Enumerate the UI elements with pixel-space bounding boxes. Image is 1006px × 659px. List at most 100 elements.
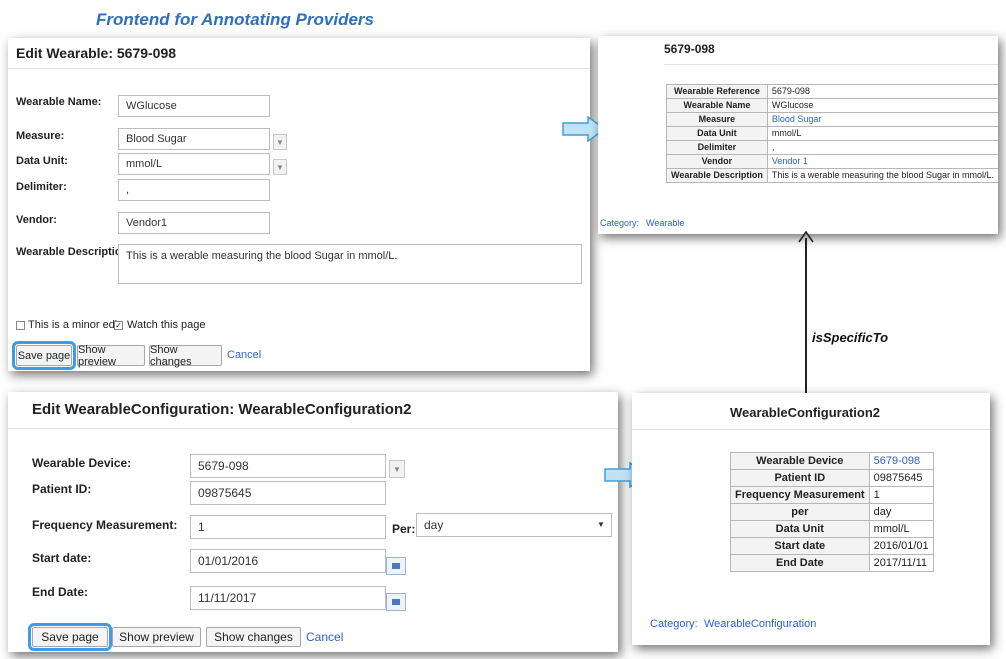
- config-view-title: WearableConfiguration2: [730, 405, 881, 420]
- config-view-panel: WearableConfiguration2 Wearable Device 56…: [632, 393, 990, 645]
- minor-edit-label: This is a minor edit: [28, 319, 121, 331]
- category-label: Category:: [600, 218, 640, 228]
- patient-id-label: Patient ID:: [32, 482, 92, 496]
- config-category-label: Category:: [650, 618, 698, 630]
- edit-wearable-panel: Edit Wearable: 5679-098 Wearable Name: W…: [8, 38, 590, 371]
- table-key-cell: Delimiter: [666, 140, 768, 155]
- vendor-input[interactable]: Vendor1: [118, 212, 270, 234]
- table-value-cell: 2016/01/01: [868, 537, 934, 555]
- start-date-label: Start date:: [32, 551, 92, 565]
- table-key-cell: Measure: [666, 112, 768, 127]
- table-key-cell: Start date: [730, 537, 870, 555]
- description-textarea[interactable]: This is a werable measuring the blood Su…: [118, 244, 582, 284]
- table-row: per day: [730, 503, 934, 521]
- table-row: End Date 2017/11/11: [730, 554, 934, 572]
- data-unit-dropdown-arrow-icon[interactable]: ▼: [273, 159, 287, 175]
- measure-dropdown-arrow-icon[interactable]: ▼: [273, 134, 287, 150]
- per-select[interactable]: day: [416, 513, 612, 537]
- diagram-heading: Frontend for Annotating Providers: [96, 10, 374, 29]
- table-value-cell: This is a werable measuring the blood Su…: [766, 168, 998, 183]
- edit-config-panel: Edit WearableConfiguration: WearableConf…: [8, 392, 618, 652]
- table-row: Frequency Measurement 1: [730, 486, 934, 504]
- data-unit-label: Data Unit:: [16, 155, 68, 167]
- config-title-divider: [8, 428, 618, 429]
- config-cancel-link[interactable]: Cancel: [306, 630, 343, 644]
- table-value-cell: 5679-098: [766, 84, 998, 99]
- category-wearableconfiguration-link[interactable]: WearableConfiguration: [704, 618, 816, 630]
- wearable-view-title: 5679-098: [664, 42, 715, 56]
- wearable-device-dropdown-arrow-icon[interactable]: ▼: [389, 460, 405, 478]
- end-date-label: End Date:: [32, 585, 89, 599]
- table-row: Patient ID 09875645: [730, 469, 934, 487]
- wearable-device-label: Wearable Device:: [32, 456, 132, 470]
- table-value-cell: ,: [766, 140, 998, 155]
- wearable-view-panel: 5679-098 Wearable Reference 5679-098 Weara…: [598, 36, 998, 234]
- config-view-divider: [632, 429, 990, 430]
- table-row: Data Unit mmol/L: [730, 520, 934, 538]
- config-show-changes-button[interactable]: Show changes: [206, 627, 301, 647]
- per-dropdown-arrow-icon[interactable]: ▼: [597, 520, 605, 529]
- cancel-link[interactable]: Cancel: [227, 349, 261, 361]
- relation-label: isSpecificTo: [812, 330, 889, 345]
- table-value-cell: mmol/L: [868, 520, 934, 538]
- table-key-cell: Wearable Reference: [666, 84, 768, 99]
- wearable-device-select[interactable]: 5679-098: [190, 454, 386, 478]
- table-row: Wearable Description This is a werable me…: [666, 168, 998, 183]
- show-changes-button[interactable]: Show changes: [149, 344, 222, 368]
- table-row: Vendor Vendor 1: [666, 154, 998, 169]
- save-page-button[interactable]: Save page: [12, 341, 76, 370]
- table-key-cell: End Date: [730, 554, 870, 572]
- config-save-page-button[interactable]: Save page: [28, 623, 112, 651]
- table-key-cell: Frequency Measurement: [730, 486, 870, 504]
- table-row: Data Unit mmol/L: [666, 126, 998, 141]
- table-value-cell: day: [868, 503, 934, 521]
- table-key-cell: Patient ID: [730, 469, 870, 487]
- watch-page-checkbox[interactable]: ✓: [114, 321, 123, 330]
- table-key-cell: per: [730, 503, 870, 521]
- show-preview-button[interactable]: Show preview: [77, 344, 145, 368]
- table-key-cell: Wearable Description: [666, 168, 768, 183]
- minor-edit-checkbox[interactable]: [16, 321, 25, 330]
- table-row: Delimiter,: [666, 140, 998, 155]
- table-key-cell: Data Unit: [730, 520, 870, 538]
- config-show-preview-button[interactable]: Show preview: [112, 627, 201, 647]
- table-value-cell: WGlucose: [766, 98, 998, 113]
- delimiter-input[interactable]: ,: [118, 179, 270, 201]
- table-value-cell: 2017/11/11: [868, 554, 934, 572]
- up-arrow-icon: [798, 230, 814, 243]
- category-wearable-link[interactable]: Wearable: [646, 218, 684, 228]
- frequency-input[interactable]: 1: [190, 515, 386, 539]
- table-row: Wearable Device 5679-098: [730, 452, 934, 470]
- wearable-info-table: Wearable Reference 5679-098 Wearable Name W…: [666, 84, 998, 183]
- end-date-calendar-icon[interactable]: [386, 593, 406, 611]
- description-label: Wearable Description:: [16, 246, 132, 258]
- table-row: Wearable Name WGlucose: [666, 98, 998, 113]
- table-row: Measure Blood Sugar: [666, 112, 998, 127]
- edit-wearable-title: Edit Wearable: 5679-098: [16, 45, 177, 61]
- table-value-link[interactable]: Vendor 1: [766, 154, 998, 169]
- table-key-cell: Data Unit: [666, 126, 768, 141]
- end-date-input[interactable]: 11/11/2017: [190, 586, 386, 610]
- table-value-cell: mmol/L: [766, 126, 998, 141]
- delimiter-label: Delimiter:: [16, 181, 67, 193]
- wearable-name-label: Wearable Name:: [16, 96, 102, 108]
- measure-select[interactable]: Blood Sugar: [118, 128, 270, 150]
- title-divider: [8, 68, 590, 69]
- watch-page-label: Watch this page: [127, 319, 206, 331]
- table-value-cell: 1: [868, 486, 934, 504]
- edit-config-title: Edit WearableConfiguration: WearableConf…: [32, 401, 412, 418]
- table-key-cell: Vendor: [666, 154, 768, 169]
- table-row: Wearable Reference 5679-098: [666, 84, 998, 99]
- table-value-cell: 09875645: [868, 469, 934, 487]
- data-unit-select[interactable]: mmol/L: [118, 153, 270, 175]
- table-value-link[interactable]: 5679-098: [868, 452, 934, 470]
- table-value-link[interactable]: Blood Sugar: [766, 112, 998, 127]
- per-label: Per:: [392, 522, 416, 536]
- start-date-calendar-icon[interactable]: [386, 557, 406, 575]
- frequency-label: Frequency Measurement:: [32, 518, 178, 532]
- measure-label: Measure:: [16, 130, 65, 142]
- relation-line: [805, 238, 807, 393]
- wearable-name-input[interactable]: WGlucose: [118, 95, 270, 117]
- start-date-input[interactable]: 01/01/2016: [190, 549, 386, 573]
- patient-id-input[interactable]: 09875645: [190, 481, 386, 505]
